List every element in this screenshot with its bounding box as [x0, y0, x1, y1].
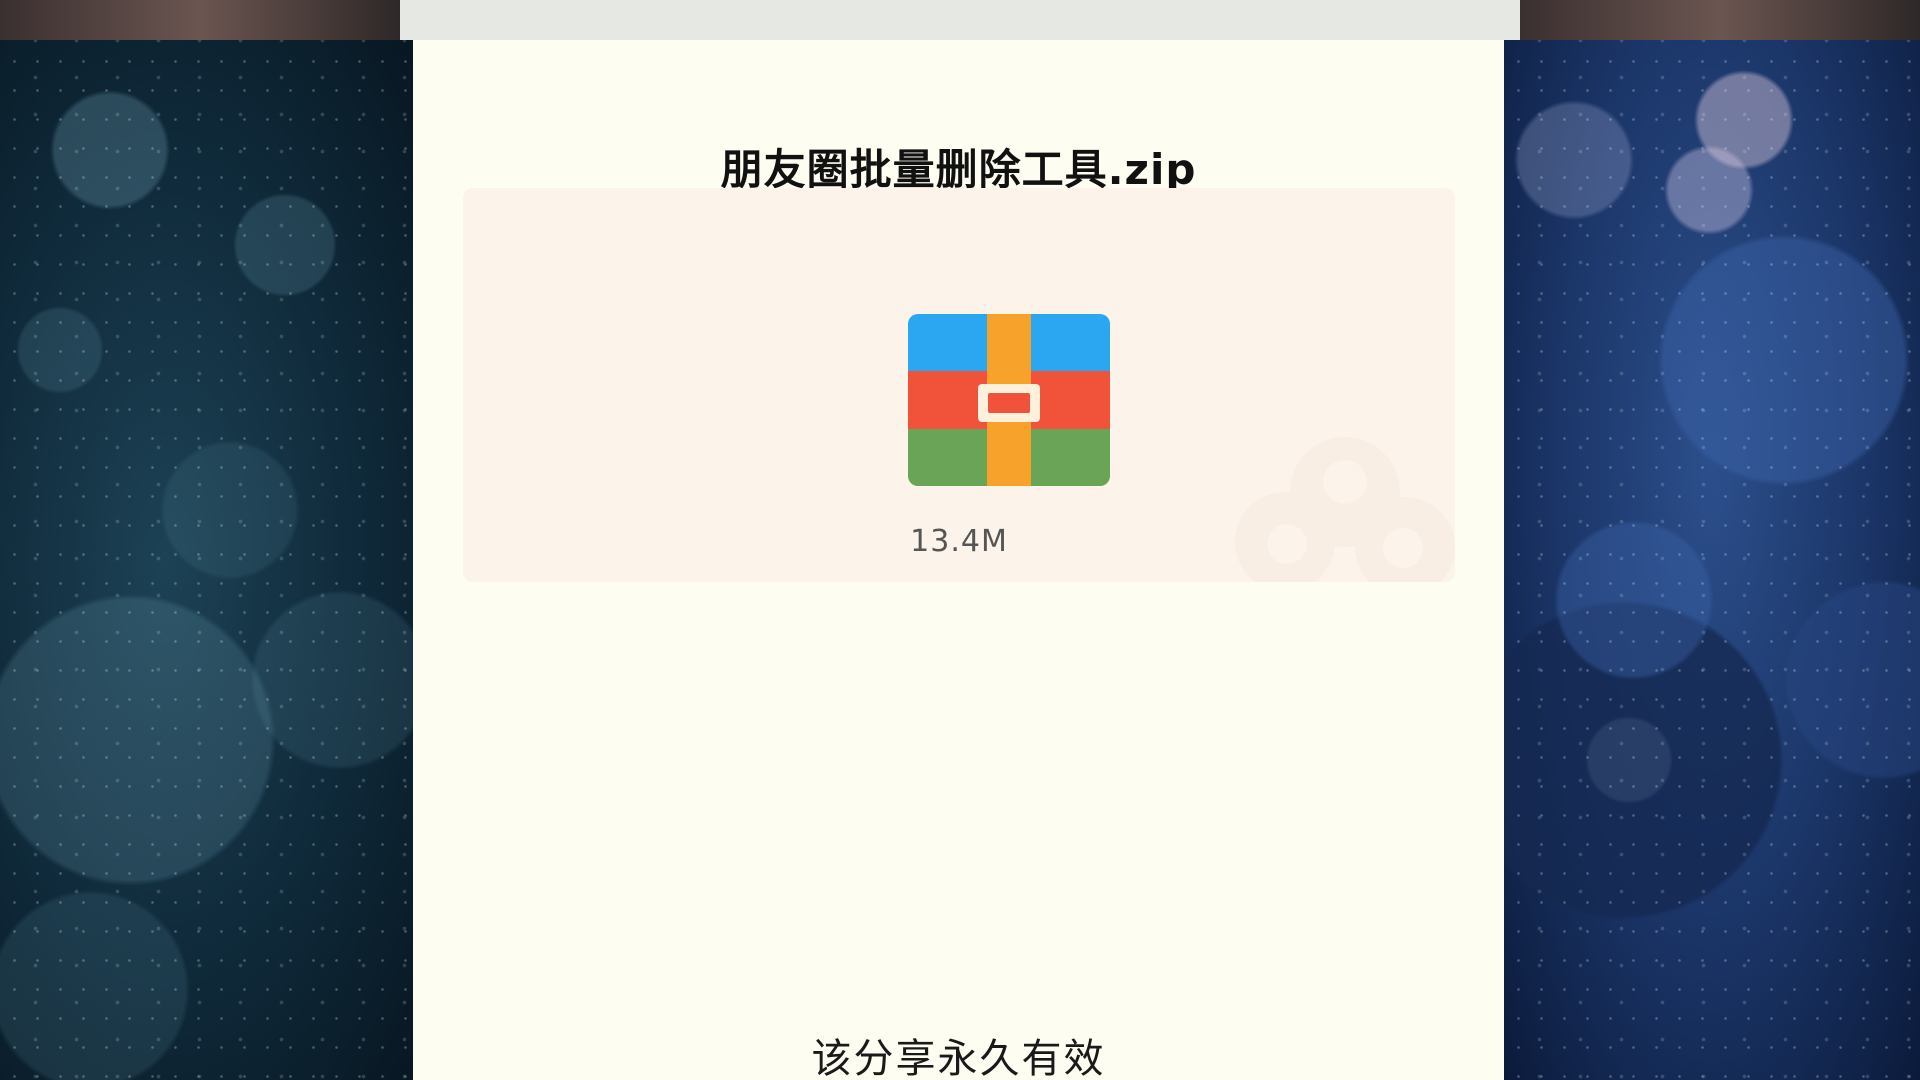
- background-strip-left: [0, 0, 400, 40]
- bubble-texture: [1504, 40, 1920, 1080]
- share-panel: 朋友圈批量删除工具.zip 13.4M 该分享永久有效: [413, 40, 1504, 1080]
- zip-archive-icon: [908, 314, 1110, 486]
- background-strip-right: [1520, 0, 1920, 40]
- top-bar: [400, 0, 1520, 40]
- share-validity-text: 该分享永久有效: [811, 1036, 1106, 1080]
- bubble-backdrop-right: [1504, 40, 1920, 1080]
- bubble-backdrop-left: [0, 40, 413, 1080]
- file-card[interactable]: 13.4M: [463, 188, 1455, 582]
- screen: 朋友圈批量删除工具.zip 13.4M 该分享永久有效: [0, 0, 1920, 1080]
- bubble-texture: [0, 40, 413, 1080]
- file-size: 13.4M: [910, 524, 1008, 559]
